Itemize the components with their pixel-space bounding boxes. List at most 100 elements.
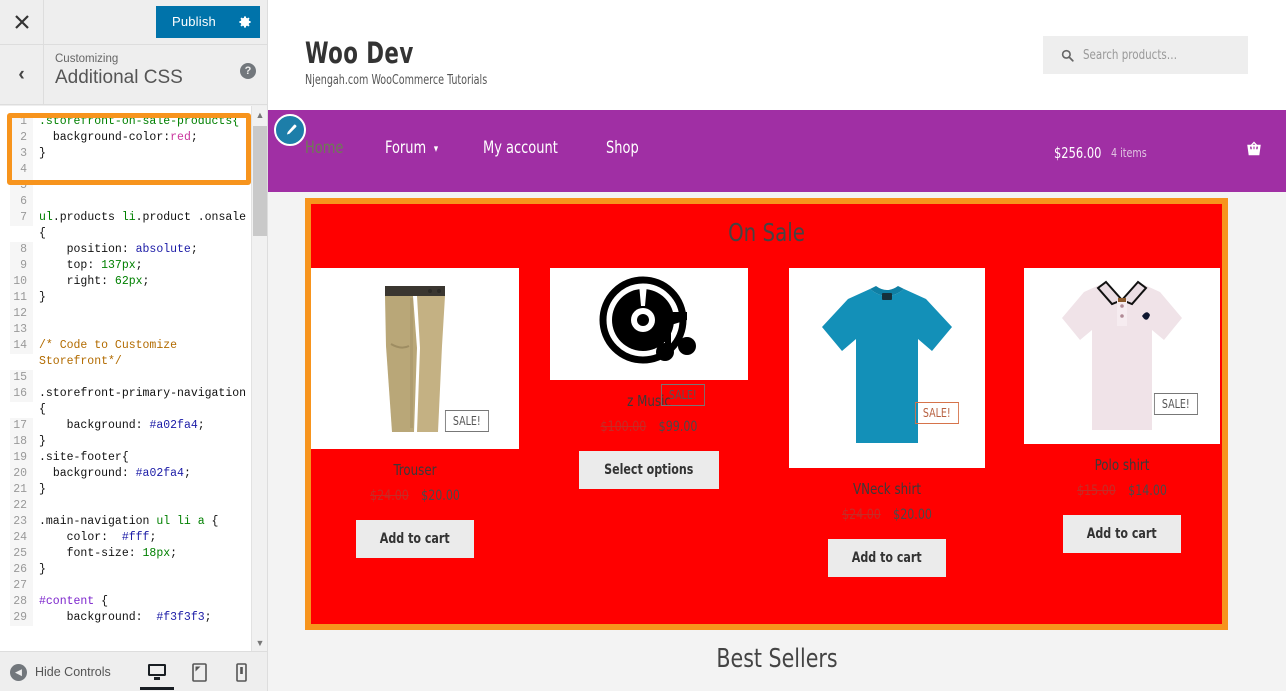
edit-pencil-icon[interactable] bbox=[274, 114, 306, 146]
on-sale-products-section: On Sale SALE! Trouser $24.00 $20.00 Add … bbox=[305, 198, 1228, 630]
product-price: $24.00 $20.00 bbox=[801, 507, 973, 523]
product-name[interactable]: VNeck shirt bbox=[801, 480, 973, 498]
product-card[interactable]: SALE! VNeck shirt $24.00 $20.00 Add to c… bbox=[789, 268, 985, 577]
desktop-icon[interactable] bbox=[140, 654, 174, 690]
code-line[interactable]: 10 right: 62px; bbox=[10, 274, 254, 290]
code-lines-container[interactable]: 1 .storefront-on-sale-products{2 backgrou… bbox=[10, 114, 254, 646]
product-name[interactable]: Trouser bbox=[323, 461, 506, 479]
close-icon[interactable] bbox=[0, 0, 44, 44]
page-title: Additional CSS bbox=[55, 67, 183, 88]
code-line[interactable]: 12 bbox=[10, 306, 254, 322]
code-text[interactable]: right: 62px; bbox=[33, 274, 254, 290]
code-text[interactable]: color: #fff; bbox=[33, 530, 254, 546]
code-text[interactable]: .site-footer{ bbox=[33, 450, 254, 466]
code-text[interactable]: /* Code to Customize Storefront*/ bbox=[33, 338, 254, 370]
code-text[interactable]: background: #a02fa4; bbox=[33, 418, 254, 434]
nav-item-forum[interactable]: Forum ▾ bbox=[385, 138, 456, 158]
code-text[interactable]: } bbox=[33, 290, 254, 306]
code-line[interactable]: 17 background: #a02fa4; bbox=[10, 418, 254, 434]
code-text[interactable]: top: 137px; bbox=[33, 258, 254, 274]
cart-basket-icon[interactable] bbox=[1245, 140, 1263, 163]
code-text[interactable]: } bbox=[33, 434, 254, 450]
code-text[interactable]: } bbox=[33, 562, 254, 578]
code-line[interactable]: 6 bbox=[10, 194, 254, 210]
nav-item-shop[interactable]: Shop bbox=[606, 138, 657, 158]
content-area: On Sale SALE! Trouser $24.00 $20.00 Add … bbox=[268, 192, 1286, 691]
chevron-down-icon[interactable]: ▾ bbox=[434, 142, 438, 155]
code-line[interactable]: 2 background-color:red; bbox=[10, 130, 254, 146]
product-name[interactable]: z Music bbox=[562, 392, 736, 410]
code-line[interactable]: 5 bbox=[10, 178, 254, 194]
product-name[interactable]: Polo shirt bbox=[1036, 456, 1208, 474]
code-line[interactable]: 13 bbox=[10, 322, 254, 338]
code-text[interactable]: background-color:red; bbox=[33, 130, 254, 146]
code-line[interactable]: 22 bbox=[10, 498, 254, 514]
scroll-down-icon[interactable]: ▼ bbox=[252, 634, 267, 651]
product-card[interactable]: z Music SALE! $100.00 $99.00 Select opti… bbox=[550, 268, 748, 489]
code-line[interactable]: 29 background: #f3f3f3; bbox=[10, 610, 254, 626]
scroll-up-icon[interactable]: ▲ bbox=[252, 106, 267, 123]
cart-area[interactable]: $256.00 4 items bbox=[1054, 140, 1263, 163]
site-title[interactable]: Woo Dev bbox=[305, 36, 414, 70]
code-line[interactable]: 8 position: absolute; bbox=[10, 242, 254, 258]
code-line[interactable]: 4 bbox=[10, 162, 254, 178]
code-text[interactable]: font-size: 18px; bbox=[33, 546, 254, 562]
code-text[interactable]: .storefront-on-sale-products{ bbox=[33, 114, 254, 130]
back-icon[interactable]: ‹ bbox=[0, 45, 44, 104]
product-card[interactable]: SALE! Trouser $24.00 $20.00 Add to cart bbox=[311, 268, 519, 558]
code-text[interactable]: background: #f3f3f3; bbox=[33, 610, 254, 626]
code-line[interactable]: 23 .main-navigation ul li a { bbox=[10, 514, 254, 530]
help-icon[interactable]: ? bbox=[240, 63, 256, 79]
add-to-cart-button[interactable]: Add to cart bbox=[1063, 515, 1181, 553]
line-number: 29 bbox=[10, 610, 33, 626]
nav-item-my-account[interactable]: My account bbox=[483, 138, 576, 158]
product-card[interactable]: SALE! Polo shirt $15.00 $14.00 Add to ca… bbox=[1024, 268, 1220, 553]
sale-badge: SALE! bbox=[660, 384, 705, 406]
code-line[interactable]: 26} bbox=[10, 562, 254, 578]
code-text[interactable]: #content { bbox=[33, 594, 254, 610]
code-text[interactable]: .main-navigation ul li a { bbox=[33, 514, 254, 530]
product-search[interactable] bbox=[1043, 36, 1248, 74]
nav-item-home[interactable]: Home bbox=[305, 138, 361, 158]
hide-controls-button[interactable]: ◀ Hide Controls bbox=[10, 652, 111, 691]
code-line[interactable]: 24 color: #fff; bbox=[10, 530, 254, 546]
add-to-cart-button[interactable]: Add to cart bbox=[356, 520, 474, 558]
select-options-button[interactable]: Select options bbox=[579, 451, 719, 489]
music-cd-image[interactable] bbox=[550, 268, 748, 380]
code-line[interactable]: 14/* Code to Customize Storefront*/ bbox=[10, 338, 254, 370]
code-line[interactable]: 3} bbox=[10, 146, 254, 162]
code-line[interactable]: 16 .storefront-primary-navigation { bbox=[10, 386, 254, 418]
code-text[interactable]: position: absolute; bbox=[33, 242, 254, 258]
code-line[interactable]: 7 ul.products li.product .onsale { bbox=[10, 210, 254, 242]
code-text[interactable]: ul.products li.product .onsale { bbox=[33, 210, 254, 242]
code-line[interactable]: 20 background: #a02fa4; bbox=[10, 466, 254, 482]
publish-button[interactable]: Publish bbox=[155, 6, 230, 38]
cart-total[interactable]: $256.00 bbox=[1054, 144, 1101, 162]
code-line[interactable]: 27 bbox=[10, 578, 254, 594]
code-line[interactable]: 25 font-size: 18px; bbox=[10, 546, 254, 562]
polo-shirt-image[interactable]: SALE! bbox=[1024, 268, 1220, 444]
code-line[interactable]: 21} bbox=[10, 482, 254, 498]
code-line[interactable]: 9 top: 137px; bbox=[10, 258, 254, 274]
code-line[interactable]: 19 .site-footer{ bbox=[10, 450, 254, 466]
code-text[interactable]: background: #a02fa4; bbox=[33, 466, 254, 482]
trouser-image[interactable]: SALE! bbox=[311, 268, 519, 449]
code-line[interactable]: 18} bbox=[10, 434, 254, 450]
code-line[interactable]: 1 .storefront-on-sale-products{ bbox=[10, 114, 254, 130]
code-line[interactable]: 28 #content { bbox=[10, 594, 254, 610]
line-number: 1 bbox=[10, 114, 33, 130]
code-line[interactable]: 11} bbox=[10, 290, 254, 306]
code-line[interactable]: 15 bbox=[10, 370, 254, 386]
css-code-editor[interactable]: 1 .storefront-on-sale-products{2 backgrou… bbox=[0, 106, 267, 651]
editor-scrollbar[interactable]: ▲ ▼ bbox=[251, 106, 267, 651]
code-text[interactable]: .storefront-primary-navigation { bbox=[33, 386, 254, 418]
search-input[interactable] bbox=[1083, 47, 1219, 63]
code-text[interactable]: } bbox=[33, 482, 254, 498]
add-to-cart-button[interactable]: Add to cart bbox=[828, 539, 946, 577]
vneck-shirt-image[interactable]: SALE! bbox=[789, 268, 985, 468]
mobile-icon[interactable] bbox=[228, 654, 254, 690]
scrollbar-thumb[interactable] bbox=[253, 126, 267, 236]
code-text[interactable]: } bbox=[33, 146, 254, 162]
tablet-icon[interactable] bbox=[186, 654, 212, 690]
gear-icon[interactable] bbox=[230, 6, 260, 38]
